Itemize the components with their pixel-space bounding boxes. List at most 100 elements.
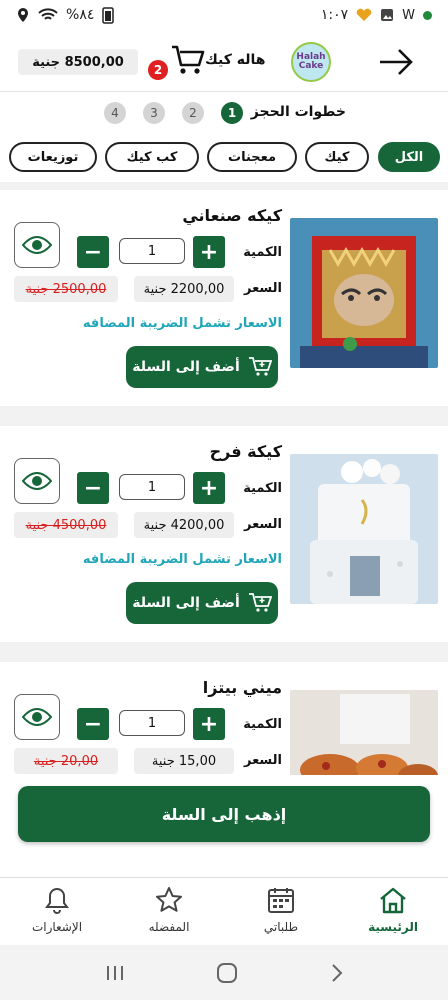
category-tabs: توزيعات كب كيك معجنات كيك الكل xyxy=(0,142,448,176)
header: 8500,00 جنية 2 هاله كيك Halah Cake xyxy=(0,30,448,92)
add-to-cart-label: أضف إلى السلة xyxy=(132,359,240,375)
tab-pastries[interactable]: معجنات xyxy=(207,142,297,172)
tab-all[interactable]: الكل xyxy=(378,142,440,172)
home-button-icon[interactable] xyxy=(216,962,238,984)
price-label: السعر xyxy=(244,753,282,768)
shop-logo: Halah Cake xyxy=(291,42,331,82)
cart-add-icon xyxy=(248,593,272,612)
tax-note: الاسعار تشمل الضريبة المضافه xyxy=(82,552,282,567)
nav-notifications-label: الإشعارات xyxy=(31,920,83,934)
product-image[interactable] xyxy=(290,690,438,775)
quantity-field[interactable]: 1 xyxy=(119,710,185,736)
shop-name: هاله كيك xyxy=(205,52,266,68)
gallery-icon xyxy=(381,9,394,21)
nav-orders-label: طلباتي xyxy=(263,920,299,934)
location-icon xyxy=(18,8,28,22)
add-to-cart-button[interactable]: أضف إلى السلة xyxy=(126,346,278,388)
increase-quantity-button[interactable]: + xyxy=(193,708,225,740)
nav-favorites[interactable]: المفضله xyxy=(124,886,214,942)
price-label: السعر xyxy=(244,281,282,296)
cart-icon xyxy=(172,45,205,74)
old-price: 4500,00 جنية xyxy=(14,512,118,538)
increase-quantity-button[interactable]: + xyxy=(193,236,225,268)
product-image[interactable] xyxy=(290,454,438,604)
old-price: 2500,00 جنية xyxy=(14,276,118,302)
add-to-cart-label: أضف إلى السلة xyxy=(132,595,240,611)
back-nav-icon[interactable] xyxy=(329,963,343,983)
cart-add-icon xyxy=(248,357,272,376)
eye-icon xyxy=(22,472,52,490)
back-button[interactable] xyxy=(378,44,414,80)
minus-icon: − xyxy=(83,475,103,501)
nav-favorites-label: المفضله xyxy=(148,920,190,934)
system-navigation xyxy=(0,945,448,1000)
cart-button[interactable] xyxy=(170,42,206,78)
quantity-field[interactable]: 1 xyxy=(119,238,185,264)
minus-icon: − xyxy=(83,239,103,265)
step-3[interactable]: 3 xyxy=(143,102,165,124)
go-to-cart-button[interactable]: إذهب إلى السلة xyxy=(18,786,430,842)
tax-note: الاسعار تشمل الضريبة المضافه xyxy=(82,316,282,331)
step-2[interactable]: 2 xyxy=(182,102,204,124)
heart-notification-icon xyxy=(356,8,372,21)
nav-home[interactable]: الرئيسية xyxy=(348,886,438,942)
quantity-label: الكمية xyxy=(243,245,282,260)
status-left: %٨٤ xyxy=(16,6,115,24)
plus-icon: + xyxy=(199,711,219,737)
tab-cupcakes[interactable]: كب كيك xyxy=(105,142,199,172)
cart-count-badge: 2 xyxy=(148,60,168,80)
product-price: 2200,00 جنية xyxy=(134,276,234,302)
active-dot-icon xyxy=(423,10,432,20)
star-icon xyxy=(156,887,182,912)
decrease-quantity-button[interactable]: − xyxy=(77,708,109,740)
eye-icon xyxy=(22,708,52,726)
eye-icon xyxy=(22,236,52,254)
quantity-label: الكمية xyxy=(243,481,282,496)
home-icon xyxy=(380,887,406,914)
view-product-button[interactable] xyxy=(14,694,60,740)
product-image[interactable] xyxy=(290,218,438,368)
steps-label: خطوات الحجز xyxy=(250,104,346,120)
nav-orders[interactable]: طلباتي xyxy=(236,886,326,942)
quantity-field[interactable]: 1 xyxy=(119,474,185,500)
battery-icon xyxy=(102,7,115,24)
arrow-right-icon xyxy=(380,49,413,75)
product-price: 15,00 جنية xyxy=(134,748,234,774)
product-card: كيكه صنعاني الكمية + 1 − السعر 2200,00 ج… xyxy=(0,190,448,406)
view-product-button[interactable] xyxy=(14,458,60,504)
quantity-label: الكمية xyxy=(243,717,282,732)
add-to-cart-button[interactable]: أضف إلى السلة xyxy=(126,582,278,624)
increase-quantity-button[interactable]: + xyxy=(193,472,225,504)
wifi-icon xyxy=(38,8,58,20)
status-time: ١:٠٧ xyxy=(320,7,349,23)
wallet-balance: 8500,00 جنية xyxy=(18,49,138,75)
tab-cakes[interactable]: كيك xyxy=(305,142,369,172)
tab-distributions[interactable]: توزيعات xyxy=(9,142,97,172)
step-4[interactable]: 4 xyxy=(104,102,126,124)
calendar-icon xyxy=(268,888,294,913)
plus-icon: + xyxy=(199,475,219,501)
price-label: السعر xyxy=(244,517,282,532)
plus-icon: + xyxy=(199,239,219,265)
old-price: 20,00 جنية xyxy=(14,748,118,774)
nav-notifications[interactable]: الإشعارات xyxy=(12,886,102,942)
step-1[interactable]: 1 xyxy=(221,102,243,124)
nav-home-label: الرئيسية xyxy=(368,920,418,934)
minus-icon: − xyxy=(83,711,103,737)
view-product-button[interactable] xyxy=(14,222,60,268)
bell-icon xyxy=(45,887,69,914)
product-card: ميني بيتزا الكمية + 1 − السعر 15,00 جنية… xyxy=(0,662,448,775)
product-title: كيكة فرح xyxy=(209,442,282,461)
status-right: ١:٠٧ W xyxy=(321,7,432,23)
product-list[interactable]: كيكه صنعاني الكمية + 1 − السعر 2200,00 ج… xyxy=(0,190,448,775)
status-bar: %٨٤ ١:٠٧ W xyxy=(0,0,448,30)
recent-apps-icon[interactable] xyxy=(105,964,125,982)
product-title: كيكه صنعاني xyxy=(182,206,282,225)
decrease-quantity-button[interactable]: − xyxy=(77,472,109,504)
battery-text: %٨٤ xyxy=(66,7,95,23)
decrease-quantity-button[interactable]: − xyxy=(77,236,109,268)
booking-steps: 4 3 2 1 خطوات الحجز xyxy=(0,96,448,132)
product-title: ميني بيتزا xyxy=(202,678,282,697)
logo-text: Halah Cake xyxy=(296,52,326,71)
bottom-navigation: الإشعارات المفضله طلباتي الرئيسية xyxy=(0,877,448,945)
